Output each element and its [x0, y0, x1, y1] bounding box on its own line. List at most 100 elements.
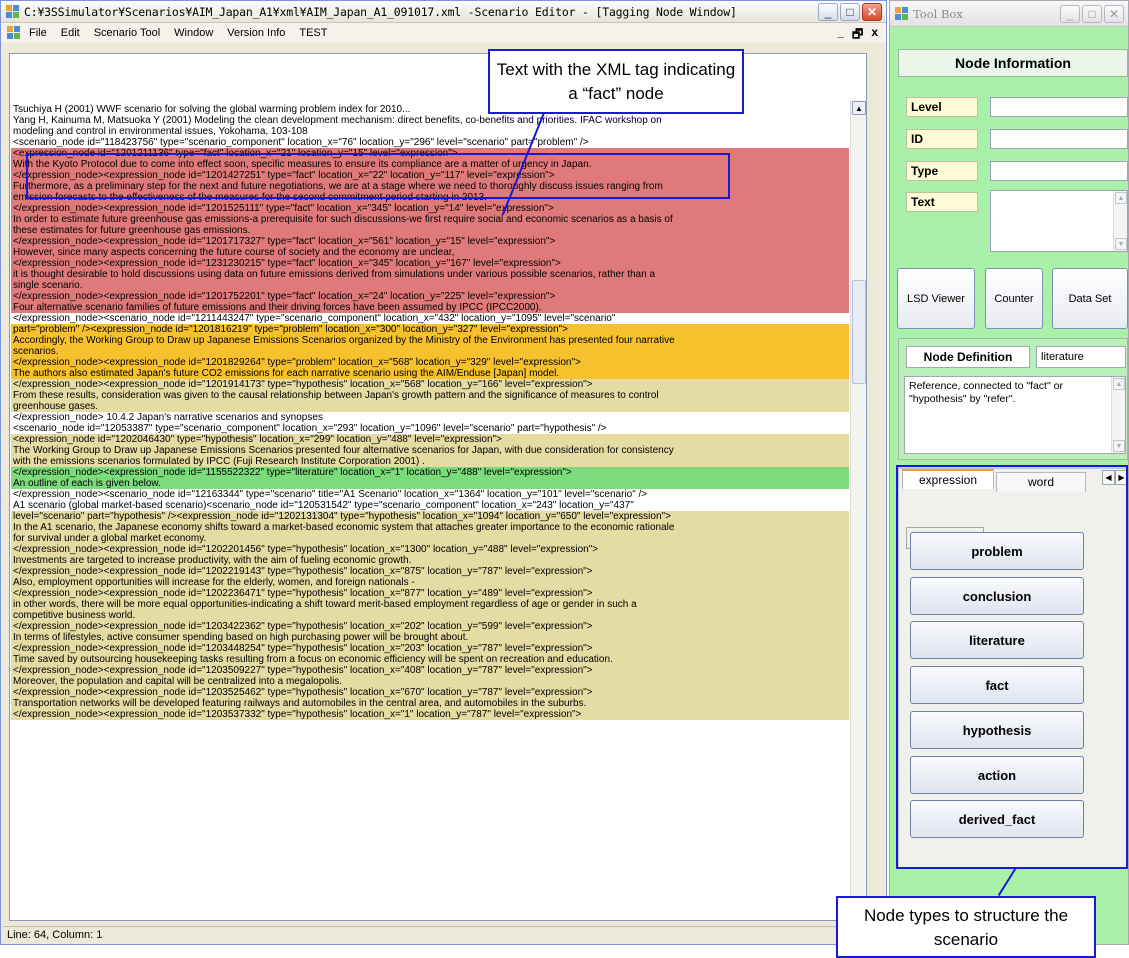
- fact-node-callout-text: Text with the XML tag indicating a “fact…: [496, 60, 736, 103]
- editor-line[interactable]: single scenario.: [11, 280, 849, 291]
- mdi-close-button[interactable]: x: [871, 25, 878, 46]
- editor-line[interactable]: </expression_node><expression_node id="1…: [11, 467, 849, 478]
- minimize-button[interactable]: _: [818, 3, 838, 21]
- editor-line[interactable]: <expression_node id="1202046430" type="h…: [11, 434, 849, 445]
- type-input[interactable]: [990, 161, 1128, 181]
- editor-title-bar[interactable]: C:¥3SSimulator¥Scenarios¥AIM_Japan_A1¥xm…: [1, 1, 886, 23]
- editor-line[interactable]: In terms of lifestyles, active consumer …: [11, 632, 849, 643]
- menu-scenario-tool[interactable]: Scenario Tool: [94, 27, 160, 39]
- editor-line[interactable]: scenarios.: [11, 346, 849, 357]
- lsd-viewer-button[interactable]: LSD Viewer: [897, 268, 975, 329]
- editor-line[interactable]: it is thought desirable to hold discussi…: [11, 269, 849, 280]
- editor-line[interactable]: Time saved by outsourcing housekeeping t…: [11, 654, 849, 665]
- vertical-scrollbar[interactable]: ▲: [850, 100, 866, 920]
- menu-edit[interactable]: Edit: [61, 27, 80, 39]
- editor-line[interactable]: </expression_node><expression_node id="1…: [11, 258, 849, 269]
- editor-line[interactable]: A1 scenario (global market-based scenari…: [11, 500, 849, 511]
- editor-line[interactable]: The authors also estimated Japan's futur…: [11, 368, 849, 379]
- editor-line[interactable]: with the emissions scenarios formulated …: [11, 456, 849, 467]
- node-types-highlight-box: [896, 465, 1128, 869]
- chevron-up-icon[interactable]: ▲: [1113, 378, 1125, 390]
- chevron-down-icon[interactable]: ▼: [1113, 440, 1125, 452]
- text-area-scrollbar[interactable]: ▲ ▼: [1113, 191, 1127, 251]
- editor-line[interactable]: </expression_node><expression_node id="1…: [11, 709, 849, 720]
- editor-line[interactable]: <scenario_node id="118423756" type="scen…: [11, 137, 849, 148]
- id-input[interactable]: [990, 129, 1128, 149]
- node-types-callout-text: Node types to structure the scenario: [863, 906, 1069, 949]
- editor-line[interactable]: </expression_node><scenario_node id="121…: [11, 313, 849, 324]
- editor-line[interactable]: </expression_node><expression_node id="1…: [11, 236, 849, 247]
- editor-line[interactable]: </expression_node> 10.4.2 Japan's narrat…: [11, 412, 849, 423]
- node-definition-description-text: Reference, connected to "fact" or "hypot…: [909, 380, 1063, 405]
- editor-line[interactable]: Moreover, the population and capital wil…: [11, 676, 849, 687]
- node-definition-description: Reference, connected to "fact" or "hypot…: [904, 376, 1126, 454]
- editor-line[interactable]: </expression_node><expression_node id="1…: [11, 291, 849, 302]
- editor-line[interactable]: </expression_node><expression_node id="1…: [11, 621, 849, 632]
- editor-line[interactable]: Accordingly, the Working Group to Draw u…: [11, 335, 849, 346]
- chevron-down-icon[interactable]: ▼: [1115, 238, 1127, 250]
- chevron-up-icon[interactable]: ▲: [1115, 192, 1127, 204]
- toolbox-title: Tool Box: [913, 6, 963, 21]
- toolbox-maximize-button[interactable]: □: [1082, 5, 1102, 23]
- editor-line[interactable]: Also, employment opportunities will incr…: [11, 577, 849, 588]
- editor-line[interactable]: </expression_node><expression_node id="1…: [11, 544, 849, 555]
- menu-window[interactable]: Window: [174, 27, 213, 39]
- app-icon: [6, 4, 20, 19]
- menu-bar: File Edit Scenario Tool Window Version I…: [1, 23, 886, 43]
- editor-window: C:¥3SSimulator¥Scenarios¥AIM_Japan_A1¥xm…: [0, 0, 887, 945]
- editor-line[interactable]: </expression_node><expression_node id="1…: [11, 357, 849, 368]
- editor-line[interactable]: Four alternative scenario families of fu…: [11, 302, 849, 313]
- maximize-button[interactable]: □: [840, 3, 860, 21]
- toolbox-close-button[interactable]: ✕: [1104, 5, 1124, 23]
- menu-file[interactable]: File: [29, 27, 47, 39]
- type-label: Type: [906, 161, 978, 181]
- editor-title: C:¥3SSimulator¥Scenarios¥AIM_Japan_A1¥xm…: [24, 4, 737, 19]
- editor-line[interactable]: In order to estimate future greenhouse g…: [11, 214, 849, 225]
- editor-line[interactable]: The Working Group to Draw up Japanese Em…: [11, 445, 849, 456]
- scroll-thumb[interactable]: [852, 280, 866, 384]
- mdi-minimize-button[interactable]: _: [837, 25, 844, 46]
- scroll-up-arrow-icon[interactable]: ▲: [852, 101, 866, 115]
- editor-line[interactable]: </expression_node><expression_node id="1…: [11, 203, 849, 214]
- editor-line[interactable]: for survival under a global market econo…: [11, 533, 849, 544]
- editor-line[interactable]: </expression_node><expression_node id="1…: [11, 566, 849, 577]
- editor-line[interactable]: </expression_node><expression_node id="1…: [11, 643, 849, 654]
- editor-line[interactable]: </expression_node><expression_node id="1…: [11, 687, 849, 698]
- mdi-restore-button[interactable]: 🗗: [852, 25, 863, 46]
- editor-line[interactable]: Transportation networks will be develope…: [11, 698, 849, 709]
- description-scrollbar[interactable]: ▲ ▼: [1111, 377, 1125, 453]
- fact-node-highlight-box: [26, 153, 730, 199]
- editor-line[interactable]: part="problem" /><expression_node id="12…: [11, 324, 849, 335]
- level-input[interactable]: [990, 97, 1128, 117]
- editor-line[interactable]: From these results, consideration was gi…: [11, 390, 849, 401]
- editor-line[interactable]: Yang H, Kainuma M, Matsuoka Y (2001) Mod…: [11, 115, 849, 126]
- editor-line[interactable]: these estimates for future greenhouse ga…: [11, 225, 849, 236]
- id-label: ID: [906, 129, 978, 149]
- menu-version-info[interactable]: Version Info: [227, 27, 285, 39]
- data-set-button[interactable]: Data Set: [1052, 268, 1128, 329]
- editor-line[interactable]: </expression_node><expression_node id="1…: [11, 588, 849, 599]
- text-area[interactable]: ▲ ▼: [990, 190, 1128, 252]
- editor-line[interactable]: modeling and control in environmental is…: [11, 126, 849, 137]
- editor-line[interactable]: <scenario_node id="12053387" type="scena…: [11, 423, 849, 434]
- toolbox-title-bar[interactable]: Tool Box _ □ ✕: [890, 1, 1128, 27]
- editor-line[interactable]: level="scenario" part="hypothesis" /><ex…: [11, 511, 849, 522]
- editor-line[interactable]: In the A1 scenario, the Japanese economy…: [11, 522, 849, 533]
- editor-line[interactable]: However, since many aspects concerning t…: [11, 247, 849, 258]
- editor-line[interactable]: </expression_node><expression_node id="1…: [11, 665, 849, 676]
- toolbox-minimize-button[interactable]: _: [1060, 5, 1080, 23]
- menu-test[interactable]: TEST: [299, 27, 327, 39]
- editor-line[interactable]: competitive business world.: [11, 610, 849, 621]
- node-definition-label: Node Definition: [906, 346, 1030, 368]
- editor-line[interactable]: </expression_node><scenario_node id="121…: [11, 489, 849, 500]
- close-button[interactable]: ✕: [862, 3, 882, 21]
- toolbox-app-icon: [895, 6, 909, 21]
- editor-line[interactable]: </expression_node><expression_node id="1…: [11, 379, 849, 390]
- document-icon[interactable]: [7, 26, 21, 40]
- fact-node-callout: Text with the XML tag indicating a “fact…: [488, 49, 744, 114]
- counter-button[interactable]: Counter: [985, 268, 1043, 329]
- editor-line[interactable]: greenhouse gases.: [11, 401, 849, 412]
- editor-line[interactable]: An outline of each is given below.: [11, 478, 849, 489]
- editor-line[interactable]: Investments are targeted to increase pro…: [11, 555, 849, 566]
- editor-line[interactable]: in other words, there will be more equal…: [11, 599, 849, 610]
